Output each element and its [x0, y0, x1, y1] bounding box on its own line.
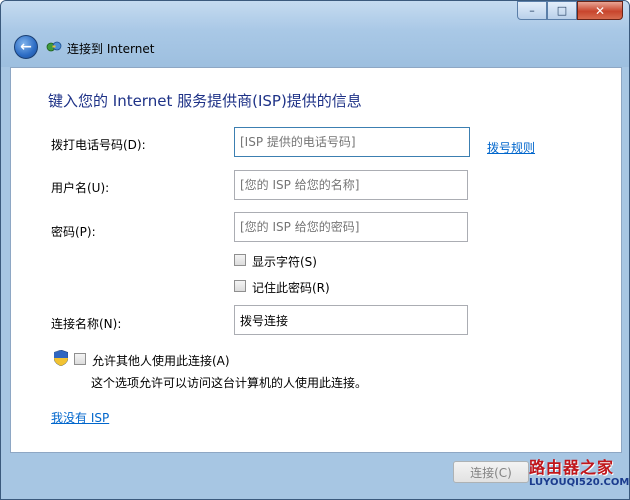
allow-others-label: 允许其他人使用此连接(A)	[92, 354, 230, 368]
remember-password-label: 记住此密码(R)	[252, 281, 330, 295]
watermark-url: LUYOUQI520.COM	[529, 477, 630, 488]
password-label: 密码(P):	[51, 225, 96, 239]
dialog-window: – □ ✕ ← 连接到 Internet 键入您的 Internet 服务提供商…	[0, 0, 630, 500]
close-button[interactable]: ✕	[577, 1, 623, 20]
uac-shield-icon	[54, 350, 68, 366]
page-heading: 键入您的 Internet 服务提供商(ISP)提供的信息	[48, 92, 362, 110]
watermark-title: 路由器之家	[529, 458, 615, 477]
network-connection-icon	[46, 41, 62, 52]
show-characters-label: 显示字符(S)	[252, 255, 317, 269]
show-characters-checkbox[interactable]	[234, 254, 246, 266]
allow-others-description: 这个选项允许可以访问这台计算机的人使用此连接。	[91, 376, 368, 390]
dialog-footer: 连接(C) 路由器之家 LUYOUQI520.COM	[1, 453, 630, 499]
watermark: 路由器之家 LUYOUQI520.COM	[529, 458, 630, 489]
username-label: 用户名(U):	[51, 181, 110, 195]
back-button[interactable]: ←	[14, 35, 38, 59]
wizard-content: 键入您的 Internet 服务提供商(ISP)提供的信息 拨打电话号码(D):…	[10, 67, 622, 453]
remember-password-checkbox[interactable]	[234, 280, 246, 292]
caption-buttons: – □ ✕	[517, 1, 623, 20]
allow-others-checkbox[interactable]	[74, 353, 86, 365]
password-input[interactable]	[234, 212, 468, 242]
username-input[interactable]	[234, 170, 468, 200]
back-arrow-icon: ←	[20, 39, 32, 55]
window-title: 连接到 Internet	[67, 42, 155, 56]
minimize-button[interactable]: –	[517, 1, 547, 20]
phone-number-input[interactable]	[234, 127, 470, 157]
dial-rules-link[interactable]: 拨号规则	[487, 139, 535, 156]
connection-name-label: 连接名称(N):	[51, 317, 122, 331]
phone-label: 拨打电话号码(D):	[51, 138, 146, 152]
no-isp-link[interactable]: 我没有 ISP	[51, 409, 109, 426]
maximize-button[interactable]: □	[547, 1, 577, 20]
maximize-icon: □	[556, 4, 568, 17]
connection-name-input[interactable]	[234, 305, 468, 335]
minimize-icon: –	[529, 4, 535, 17]
close-icon: ✕	[594, 3, 606, 18]
connect-button[interactable]: 连接(C)	[453, 461, 529, 483]
